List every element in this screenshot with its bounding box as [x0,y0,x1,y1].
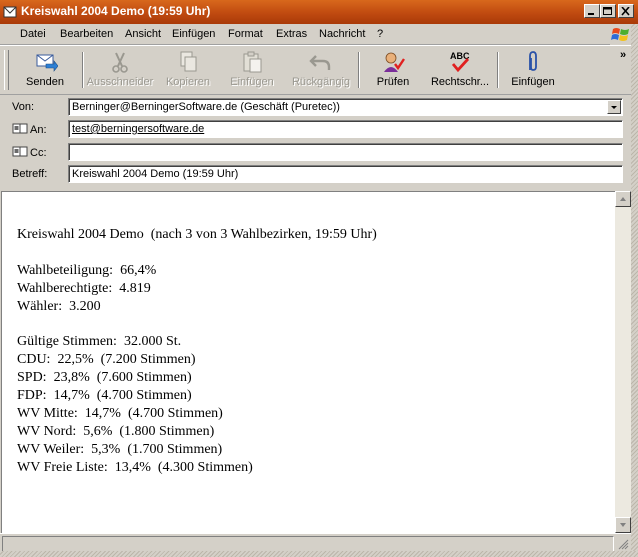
chevron-down-icon [611,106,617,109]
from-dropdown-button[interactable] [607,100,621,114]
result-line-wv-nord: WV Nord: 5,6% (1.800 Stimmen) [17,423,215,439]
spellcheck-icon: ABC [450,51,470,73]
result-line-spd: SPD: 23,8% (7.600 Stimmen) [17,370,192,386]
from-value: Berninger@BerningerSoftware.de (Geschäft… [72,101,340,113]
menu-bar: Datei Bearbeiten Ansicht Einfügen Format… [0,24,638,45]
menu-extras[interactable]: Extras [276,28,307,40]
undo-icon [309,55,331,70]
copy-label: Kopieren [165,76,211,88]
status-bar [0,533,631,552]
eligible-line: Wahlberechtigte: 4.819 [17,280,151,296]
to-label-button[interactable]: An: [12,123,47,136]
message-header: Von: Berninger@BerningerSoftware.de (Ges… [0,94,638,190]
minimize-button[interactable] [584,4,600,18]
menu-nachricht[interactable]: Nachricht [319,28,365,40]
menu-bearbeiten[interactable]: Bearbeiten [60,28,113,40]
arrow-down-icon [620,523,626,527]
message-body-editor[interactable]: Kreiswahl 2004 Demo (nach 3 von 3 Wahlbe… [1,191,631,533]
cc-label-button[interactable]: Cc: [12,146,47,159]
subject-label: Betreff: [12,168,48,180]
to-field[interactable]: test@berningersoftware.de [68,120,623,138]
menu-help[interactable]: ? [377,28,383,40]
vertical-scrollbar[interactable] [615,191,631,533]
minimize-icon [588,13,594,15]
menu-ansicht[interactable]: Ansicht [125,28,161,40]
address-book-icon [12,146,28,157]
undo-label: Rückgängig [291,76,351,88]
check-names-button[interactable]: Prüfen [362,48,424,92]
subject-field[interactable]: Kreiswahl 2004 Demo (19:59 Uhr) [68,165,623,183]
compose-window: Kreiswahl 2004 Demo (19:59 Uhr) Datei Be… [0,0,638,557]
result-line-wv-freie-liste: WV Freie Liste: 13,4% (4.300 Stimmen) [17,459,253,475]
result-line-cdu: CDU: 22,5% (7.200 Stimmen) [17,352,196,368]
toolbar-overflow-chevron-icon[interactable]: » [620,49,626,61]
window-title: Kreiswahl 2004 Demo (19:59 Uhr) [21,4,211,18]
scissors-icon [112,52,128,73]
title-bar[interactable]: Kreiswahl 2004 Demo (19:59 Uhr) [0,0,638,24]
paperclip-icon [529,51,537,71]
undo-button[interactable]: Rückgängig [288,48,354,92]
menu-datei[interactable]: Datei [20,28,46,40]
check-names-icon [384,52,405,72]
result-line-fdp: FDP: 14,7% (4.700 Stimmen) [17,388,192,404]
copy-button[interactable]: Kopieren [158,48,218,92]
address-book-icon [12,123,28,134]
send-label: Senden [26,76,64,88]
mail-window-icon [3,6,17,18]
window-bottom-border [0,551,638,557]
spellcheck-label: Rechtschr... [430,76,490,88]
valid-votes-line: Gültige Stimmen: 32.000 St. [17,334,182,350]
close-button[interactable] [618,4,634,18]
from-label: Von: [12,101,35,113]
message-heading: Kreiswahl 2004 Demo (nach 3 von 3 Wahlbe… [17,227,377,242]
paste-button[interactable]: Einfügen [222,48,282,92]
menu-einfuegen[interactable]: Einfügen [172,28,215,40]
turnout-line: Wahlbeteiligung: 66,4% [17,262,157,278]
resize-grip-icon[interactable] [617,538,629,550]
window-right-border [631,24,638,557]
send-button[interactable]: Senden [10,48,80,92]
toolbar: Senden Ausschneider Kopieren Einfügen Rü… [0,45,638,95]
cc-label: Cc: [30,147,47,159]
check-names-label: Prüfen [376,76,410,88]
menu-format[interactable]: Format [228,28,263,40]
to-label: An: [30,124,47,136]
cut-label: Ausschneider [86,76,154,88]
send-mail-icon [36,54,58,72]
paste-icon [243,51,262,73]
cut-button[interactable]: Ausschneider [84,48,156,92]
result-line-wv-weiler: WV Weiler: 5,3% (1.700 Stimmen) [17,441,223,457]
maximize-icon [603,7,612,15]
message-text: Kreiswahl 2004 Demo (nach 3 von 3 Wahlbe… [17,226,607,476]
attach-label: Einfügen [511,76,555,88]
spellcheck-button[interactable]: ABC Rechtschr... [426,48,494,92]
toolbar-separator [358,52,360,88]
close-icon [621,7,630,16]
arrow-up-icon [620,197,626,201]
voters-line: Wähler: 3.200 [17,298,101,314]
scroll-up-button[interactable] [615,191,631,207]
scroll-down-button[interactable] [615,517,631,533]
from-account-select[interactable]: Berninger@BerningerSoftware.de (Geschäft… [68,98,623,116]
cc-field[interactable] [68,143,623,161]
toolbar-grip[interactable] [4,50,9,90]
paste-label: Einfügen [230,76,274,88]
attach-button[interactable]: Einfügen [502,48,564,92]
status-panel [2,536,614,552]
copy-icon [180,51,197,72]
toolbar-separator [497,52,499,88]
windows-logo-icon [610,25,632,45]
maximize-button[interactable] [600,4,616,18]
result-line-wv-mitte: WV Mitte: 14,7% (4.700 Stimmen) [17,405,223,421]
